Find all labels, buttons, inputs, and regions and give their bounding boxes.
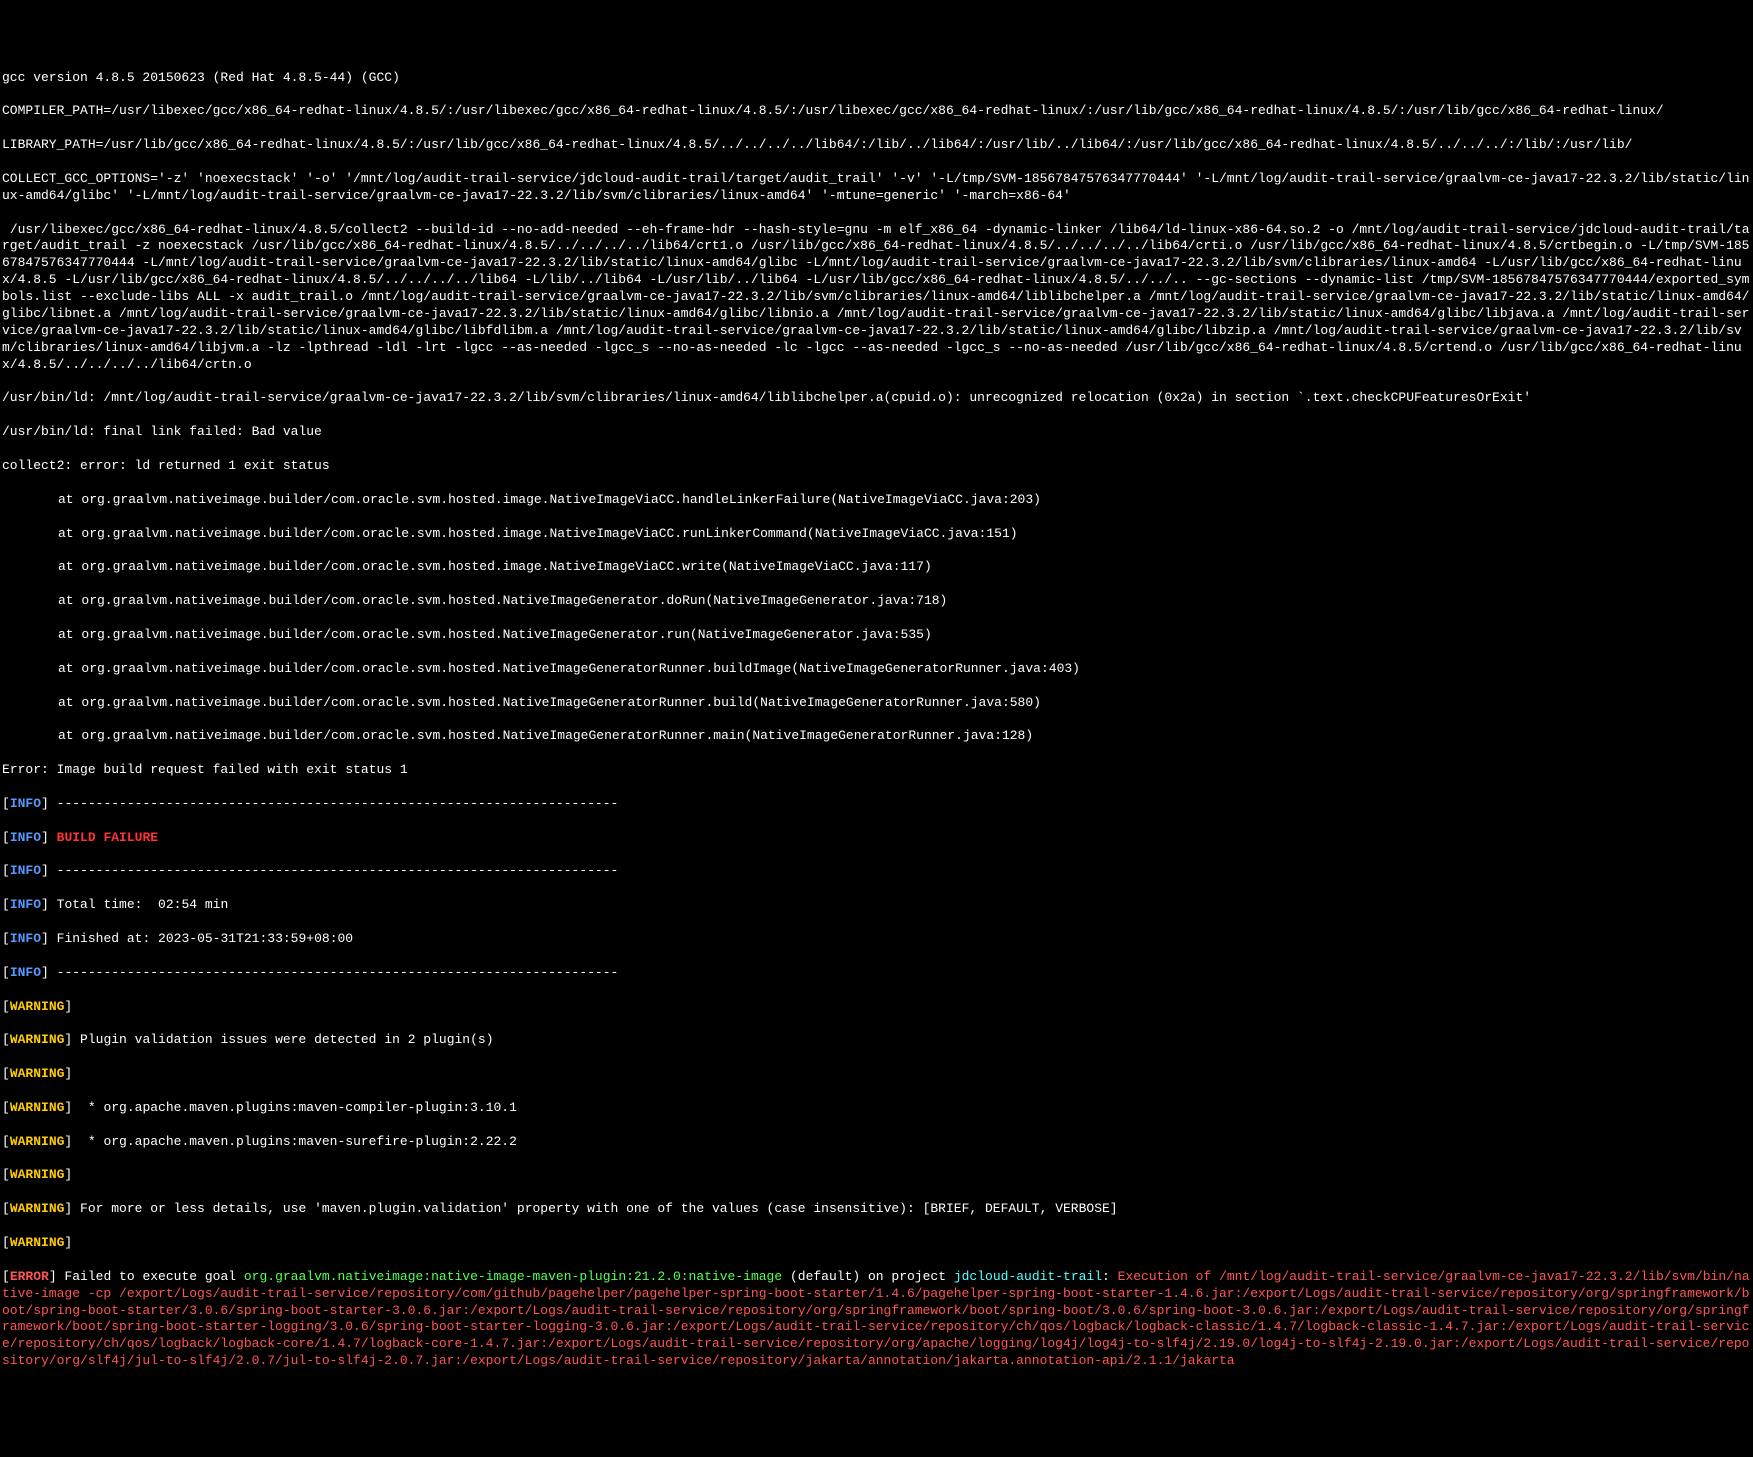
warning-empty: [WARNING] bbox=[2, 999, 1751, 1016]
stack-trace-line: at org.graalvm.nativeimage.builder/com.o… bbox=[2, 728, 1751, 745]
warning-plugin-validation: [WARNING] Plugin validation issues were … bbox=[2, 1032, 1751, 1049]
info-separator: [INFO] ---------------------------------… bbox=[2, 863, 1751, 880]
info-separator: [INFO] ---------------------------------… bbox=[2, 796, 1751, 813]
error-failed-execute: [ERROR] Failed to execute goal org.graal… bbox=[2, 1269, 1751, 1370]
warning-empty: [WARNING] bbox=[2, 1167, 1751, 1184]
compiler-path-line: COMPILER_PATH=/usr/libexec/gcc/x86_64-re… bbox=[2, 103, 1751, 120]
warning-compiler-plugin: [WARNING] * org.apache.maven.plugins:mav… bbox=[2, 1100, 1751, 1117]
info-finished-at: [INFO] Finished at: 2023-05-31T21:33:59+… bbox=[2, 931, 1751, 948]
info-separator: [INFO] ---------------------------------… bbox=[2, 965, 1751, 982]
warning-empty: [WARNING] bbox=[2, 1066, 1751, 1083]
ld-error-relocation: /usr/bin/ld: /mnt/log/audit-trail-servic… bbox=[2, 390, 1751, 407]
collect-gcc-options-line: COLLECT_GCC_OPTIONS='-z' 'noexecstack' '… bbox=[2, 171, 1751, 205]
stack-trace-line: at org.graalvm.nativeimage.builder/com.o… bbox=[2, 492, 1751, 509]
library-path-line: LIBRARY_PATH=/usr/lib/gcc/x86_64-redhat-… bbox=[2, 137, 1751, 154]
gcc-version-line: gcc version 4.8.5 20150623 (Red Hat 4.8.… bbox=[2, 70, 1751, 87]
collect2-error: collect2: error: ld returned 1 exit stat… bbox=[2, 458, 1751, 475]
ld-error-link-failed: /usr/bin/ld: final link failed: Bad valu… bbox=[2, 424, 1751, 441]
stack-trace-line: at org.graalvm.nativeimage.builder/com.o… bbox=[2, 559, 1751, 576]
stack-trace-line: at org.graalvm.nativeimage.builder/com.o… bbox=[2, 695, 1751, 712]
collect2-command-line: /usr/libexec/gcc/x86_64-redhat-linux/4.8… bbox=[2, 222, 1751, 374]
stack-trace-line: at org.graalvm.nativeimage.builder/com.o… bbox=[2, 526, 1751, 543]
warning-surefire-plugin: [WARNING] * org.apache.maven.plugins:mav… bbox=[2, 1134, 1751, 1151]
stack-trace-line: at org.graalvm.nativeimage.builder/com.o… bbox=[2, 661, 1751, 678]
error-image-build: Error: Image build request failed with e… bbox=[2, 762, 1751, 779]
stack-trace-line: at org.graalvm.nativeimage.builder/com.o… bbox=[2, 627, 1751, 644]
warning-empty: [WARNING] bbox=[2, 1235, 1751, 1252]
info-total-time: [INFO] Total time: 02:54 min bbox=[2, 897, 1751, 914]
stack-trace-line: at org.graalvm.nativeimage.builder/com.o… bbox=[2, 593, 1751, 610]
warning-more-details: [WARNING] For more or less details, use … bbox=[2, 1201, 1751, 1218]
info-build-failure: [INFO] BUILD FAILURE bbox=[2, 830, 1751, 847]
